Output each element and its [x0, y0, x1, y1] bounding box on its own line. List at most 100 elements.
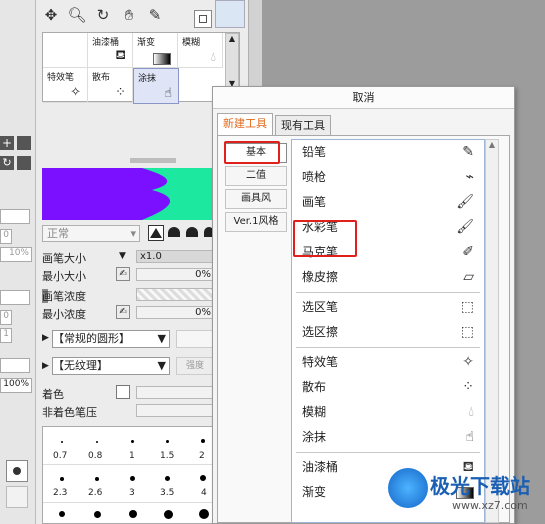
panel-resize-handle[interactable]	[130, 158, 176, 163]
size-dot[interactable]	[165, 476, 170, 481]
zoom-icon[interactable]: 🔍︎	[66, 4, 88, 26]
list-item-airbrush[interactable]: 喷枪 ⌁	[292, 165, 484, 190]
size-multiplier-field[interactable]: x1.0	[136, 250, 214, 263]
pressure-icon[interactable]: ✍︎	[116, 267, 130, 281]
list-item-scatter[interactable]: 散布 ⁘	[292, 375, 484, 400]
non-color-slider[interactable]	[136, 404, 214, 417]
bg-color-swatch[interactable]	[215, 0, 245, 28]
left-dropdown[interactable]	[0, 209, 30, 224]
list-item-selection-pen[interactable]: 选区笔 ⬚	[292, 295, 484, 320]
list-separator	[296, 292, 480, 293]
list-item-pencil[interactable]: 铅笔 ✎	[292, 140, 484, 165]
rotate-icon[interactable]: ↻	[92, 4, 114, 26]
size-dot[interactable]	[129, 510, 137, 518]
size-dot[interactable]	[61, 441, 63, 443]
category-binary[interactable]: 二值	[225, 166, 287, 186]
size-dot[interactable]	[164, 510, 173, 519]
tab-new-tool[interactable]: 新建工具	[217, 113, 273, 136]
size-dot[interactable]	[130, 476, 135, 481]
color-swatch[interactable]	[6, 460, 28, 482]
texture-strength-button[interactable]: 强度	[176, 357, 214, 375]
list-item-selection-eraser[interactable]: 选区擦 ⬚	[292, 320, 484, 345]
list-item-blur[interactable]: 模糊 💧︎	[292, 400, 484, 425]
tool-cell-blur[interactable]: 模糊 💧︎	[178, 33, 223, 68]
tool-cell-effect-pen[interactable]: 特效笔 ✧	[43, 68, 88, 103]
pressure-icon[interactable]: ✍︎	[116, 305, 130, 319]
chevron-down-icon: ▼	[157, 332, 166, 345]
gradient-icon	[153, 53, 171, 65]
size-value: 2.6	[88, 488, 103, 498]
left-dropdown[interactable]	[0, 358, 30, 373]
hand-icon[interactable]: ✋︎	[118, 4, 140, 26]
transparent-swatch[interactable]	[6, 486, 28, 508]
size-dot[interactable]	[200, 475, 206, 481]
size-value: 1	[129, 451, 135, 461]
eyedropper-icon[interactable]: ✎	[144, 4, 166, 26]
expand-arrow-icon[interactable]: ▶	[42, 333, 49, 343]
brush-shape-value: 【常规的圆形】	[53, 332, 130, 345]
size-dot[interactable]	[96, 441, 98, 443]
tool-cell-smudge[interactable]: 涂抹 ☝︎	[133, 68, 179, 104]
size-dot[interactable]	[59, 511, 65, 517]
expand-arrow-icon[interactable]: ▶	[42, 361, 49, 371]
size-dot[interactable]	[95, 477, 99, 481]
size-dot[interactable]	[131, 440, 134, 443]
left-dropdown[interactable]	[0, 290, 30, 305]
size-value: 2	[199, 451, 205, 461]
size-value: 3	[129, 488, 135, 498]
color-label: 着色	[42, 388, 64, 401]
list-item-eraser[interactable]: 橡皮擦 ▱	[292, 265, 484, 290]
left-value-field[interactable]: 1	[0, 328, 12, 343]
brush-shape-select[interactable]: 【常规的圆形】 ▼	[52, 330, 170, 348]
color-slider[interactable]	[136, 386, 214, 399]
list-item-label: 画笔	[302, 195, 327, 209]
list-item-label: 模糊	[302, 405, 327, 419]
scatter-icon: ⁘	[462, 379, 474, 395]
chevron-down-icon[interactable]: ▼	[119, 251, 126, 261]
min-size-field[interactable]: 0%	[136, 268, 214, 281]
size-dot[interactable]	[199, 509, 209, 519]
min-density-field[interactable]: 0%	[136, 306, 214, 319]
tool-cell-gradient[interactable]: 渐变	[133, 33, 178, 68]
category-ver1[interactable]: Ver.1风格	[225, 212, 287, 232]
left-value-field[interactable]: 10%	[0, 247, 32, 262]
brush-tip-round[interactable]	[186, 227, 198, 237]
move-icon[interactable]: ✥	[40, 4, 62, 26]
watermark-url: www.xz7.com	[452, 499, 528, 512]
tool-cell-bucket[interactable]: 油漆桶 ⛾	[88, 33, 133, 68]
list-item-effect-pen[interactable]: 特效笔 ✧	[292, 350, 484, 375]
add-icon[interactable]: +	[0, 136, 14, 150]
size-dot[interactable]	[166, 440, 169, 443]
blend-mode-select[interactable]: 正常 ▾	[42, 225, 140, 242]
brush-tip-round[interactable]	[168, 227, 180, 237]
airbrush-icon: ⌁	[465, 169, 474, 185]
color-checkbox[interactable]	[116, 385, 130, 399]
left-value-field[interactable]: 0	[0, 310, 12, 325]
size-value: 2.3	[53, 488, 68, 498]
tab-existing-tool[interactable]: 现有工具	[275, 115, 331, 136]
size-value: 0.7	[53, 451, 68, 461]
left-value-field[interactable]: 100%	[0, 378, 32, 393]
density-slider[interactable]	[136, 288, 214, 301]
category-painterly[interactable]: 画具风	[225, 189, 287, 209]
size-dot[interactable]	[60, 477, 64, 481]
left-value-field[interactable]: 0	[0, 229, 12, 244]
cancel-button[interactable]: 取消	[213, 87, 514, 109]
smudge-icon: ☝︎	[164, 86, 172, 101]
list-scrollbar[interactable]: ▲	[485, 139, 499, 523]
size-dot[interactable]	[94, 511, 101, 518]
square-icon[interactable]	[17, 156, 31, 170]
swap-color-icon[interactable]	[194, 10, 212, 28]
size-dot[interactable]	[201, 439, 205, 443]
refresh-icon[interactable]: ↻	[0, 156, 14, 170]
texture-select[interactable]: 【无纹理】 ▼	[52, 357, 170, 375]
tool-cell-scatter[interactable]: 散布 ⁘	[88, 68, 133, 103]
brush-tip-triangle[interactable]	[148, 225, 164, 241]
list-item-brush[interactable]: 画笔 🖌︎	[292, 190, 484, 215]
list-item-label: 选区笔	[302, 300, 339, 314]
shape-extra-button[interactable]	[176, 330, 214, 348]
square-icon[interactable]	[17, 136, 31, 150]
selection-pen-icon: ⬚	[460, 299, 474, 315]
sub-tool-grid: 油漆桶 ⛾ 渐变 模糊 💧︎ 特效笔 ✧ 散布 ⁘ 涂抹 ☝︎ ▲ ▼	[42, 32, 240, 104]
list-item-smudge[interactable]: 涂抹 ☝︎	[292, 425, 484, 450]
